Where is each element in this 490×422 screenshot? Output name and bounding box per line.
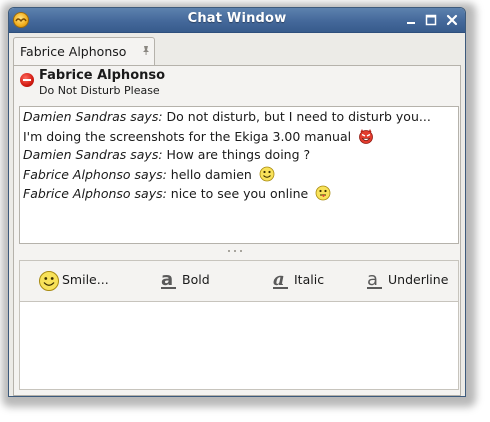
tongue-smiley-icon — [315, 185, 331, 204]
close-icon[interactable] — [444, 12, 460, 28]
smiley-icon — [39, 271, 59, 291]
format-toolbar: Smile... a Bold a Italic a Underline — [20, 261, 458, 301]
italic-format-icon: a — [273, 270, 288, 290]
message-text: nice to see you online — [166, 186, 309, 201]
pane-resize-handle[interactable] — [228, 250, 248, 254]
contact-name: Fabrice Alphonso — [39, 68, 166, 83]
underline-button-label: Underline — [388, 272, 449, 287]
conversation-tabs: Fabrice Alphonso — [9, 33, 465, 66]
window-title: Chat Window — [187, 11, 287, 26]
message-speaker: Damien Sandras says: — [23, 147, 163, 162]
minimize-icon[interactable] — [403, 12, 419, 28]
message-text: How are things doing ? — [162, 147, 311, 162]
chat-history[interactable]: Damien Sandras says: Do not disturb, but… — [19, 106, 459, 244]
bold-button[interactable]: a Bold — [160, 269, 220, 293]
underline-button[interactable]: a Underline — [366, 269, 456, 293]
bold-button-label: Bold — [182, 272, 210, 287]
chat-message: I'm doing the screenshots for the Ekiga … — [23, 128, 374, 147]
italic-button-label: Italic — [294, 272, 325, 287]
bold-format-icon: a — [161, 270, 176, 290]
underline-format-icon: a — [367, 270, 382, 290]
message-speaker: Fabrice Alphonso says: — [23, 167, 167, 182]
message-speaker: Fabrice Alphonso says: — [23, 186, 167, 201]
smile-button-label: Smile... — [62, 272, 109, 287]
devil-smiley-icon — [358, 128, 374, 147]
compose-area: Smile... a Bold a Italic a Underline — [19, 260, 459, 390]
message-speaker: Damien Sandras says: — [23, 109, 163, 124]
conversation-panel: Fabrice Alphonso Do Not Disturb Please D… — [13, 65, 461, 396]
message-text: I'm doing the screenshots for the Ekiga … — [23, 129, 352, 144]
smile-smiley-icon — [259, 166, 275, 185]
do-not-disturb-icon — [20, 73, 34, 87]
chat-message: Damien Sandras says: Do not disturb, but… — [23, 109, 431, 124]
chat-message: Fabrice Alphonso says: hello damien — [23, 166, 275, 185]
contact-status: Do Not Disturb Please — [39, 84, 160, 97]
chat-message: Fabrice Alphonso says: nice to see you o… — [23, 185, 331, 204]
maximize-icon[interactable] — [423, 12, 439, 28]
chat-window: Chat Window Fabrice Alphonso Fabrice Alp… — [8, 7, 466, 397]
tab-label: Fabrice Alphonso — [20, 44, 127, 59]
smile-button[interactable]: Smile... — [38, 269, 118, 293]
message-input[interactable] — [20, 301, 458, 389]
chat-message: Damien Sandras says: How are things doin… — [23, 147, 310, 162]
italic-button[interactable]: a Italic — [272, 269, 334, 293]
title-bar[interactable]: Chat Window — [9, 8, 465, 33]
tab-close-icon[interactable] — [140, 44, 152, 56]
tab-fabrice-alphonso[interactable]: Fabrice Alphonso — [13, 37, 155, 65]
message-text: hello damien — [166, 167, 252, 182]
message-text: Do not disturb, but I need to disturb yo… — [162, 109, 431, 124]
